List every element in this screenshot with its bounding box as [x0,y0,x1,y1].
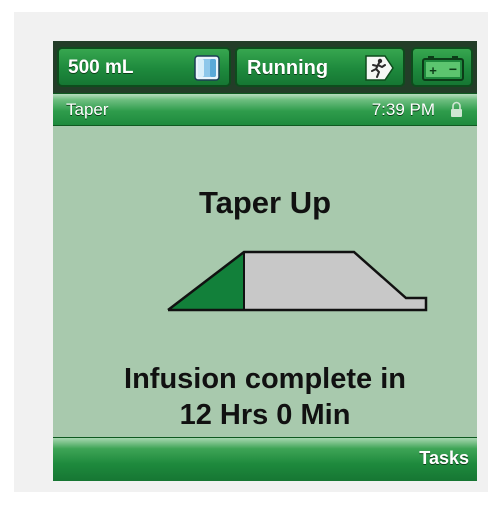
infusion-message: Infusion complete in [124,363,406,395]
battery-icon: + − [422,56,464,81]
taper-heading: Taper Up [198,185,332,220]
svg-text:−: − [449,61,457,77]
lock-icon [451,101,462,117]
state-label: Running [247,57,329,79]
infusion-remaining-time: 12 Hrs 0 Min [179,399,351,431]
clock-time: 7:39 PM [371,100,435,119]
volume-label: 500 mL [68,57,134,78]
volume-indicator[interactable]: 500 mL [57,47,231,87]
tasks-button[interactable]: Tasks [419,448,469,469]
svg-text:+: + [429,63,437,78]
running-person-icon [365,55,394,81]
pump-display: 500 mL Running + − Taper 7:39 PM Taper U… [53,41,477,481]
main-content: Taper Up Infusion complete in 12 Hrs 0 M… [53,126,477,437]
status-bar: 500 mL Running + − [53,41,477,93]
pump-state-indicator[interactable]: Running [235,47,405,87]
iv-bag-icon [194,55,220,81]
taper-profile-graphic [167,250,428,312]
page: 500 mL Running + − Taper 7:39 PM Taper U… [0,0,500,512]
screen-title: Taper [66,100,109,119]
battery-indicator[interactable]: + − [411,47,473,87]
bottom-softkey-bar: Tasks [53,437,477,481]
title-bar: Taper 7:39 PM [53,93,477,126]
